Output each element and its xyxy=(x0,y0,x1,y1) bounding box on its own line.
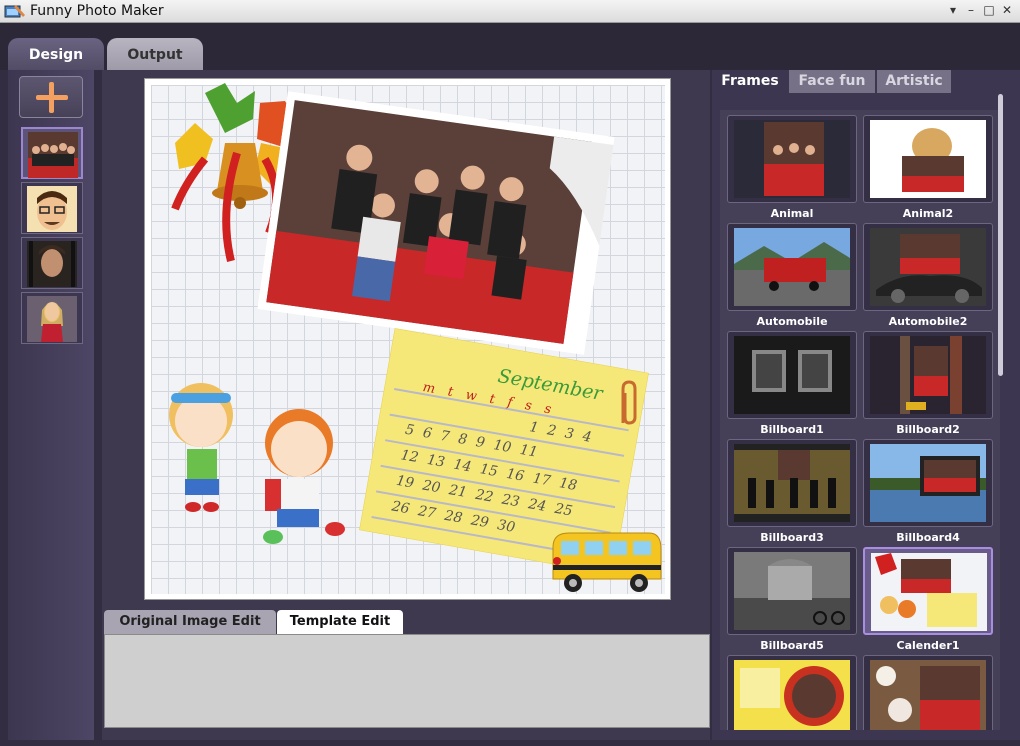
preview-canvas[interactable]: September m t w t f s s 1 2 3 4 5 6 7 8 … xyxy=(144,78,671,600)
design-area: September m t w t f s s 1 2 3 4 5 6 7 8 … xyxy=(102,70,710,740)
frame-preview-image xyxy=(871,553,987,631)
frame-label: Billboard2 xyxy=(896,423,960,436)
frame-tile[interactable] xyxy=(863,655,993,730)
photo-thumbnail[interactable] xyxy=(21,237,83,289)
tab-design[interactable]: Design xyxy=(8,38,104,70)
frame-preview-image xyxy=(734,660,850,730)
frame-tile-billboard1[interactable] xyxy=(727,331,857,419)
paper-clip-icon xyxy=(621,380,637,425)
frames-gallery: Animal Animal2 Automobile Automobile2 Bi… xyxy=(720,110,1000,730)
close-button[interactable]: ✕ xyxy=(1000,2,1014,18)
frame-tile-automobile2[interactable] xyxy=(863,223,993,311)
group-photo xyxy=(257,91,615,355)
group-photo-image xyxy=(28,132,78,178)
frame-preview-image xyxy=(870,120,986,198)
tab-output[interactable]: Output xyxy=(107,38,203,70)
frame-tile-billboard3[interactable] xyxy=(727,439,857,527)
frame-preview-image xyxy=(870,660,986,730)
frame-tile-billboard4[interactable] xyxy=(863,439,993,527)
minimize-button[interactable]: – xyxy=(964,2,978,18)
frame-preview-image xyxy=(734,336,850,414)
photo-sidebar xyxy=(8,70,94,740)
frame-tile-animal[interactable] xyxy=(727,115,857,203)
photo-thumbnail[interactable] xyxy=(21,127,83,179)
frame-label: Billboard4 xyxy=(896,531,960,544)
photo-thumbnail[interactable] xyxy=(21,182,83,234)
app-logo-icon xyxy=(4,5,25,18)
frame-preview-image xyxy=(734,228,850,306)
tab-face-fun[interactable]: Face fun xyxy=(789,70,875,93)
main-tab-bar: Design Output xyxy=(0,23,1020,70)
frame-label: Billboard5 xyxy=(760,639,824,652)
frame-label: Automobile2 xyxy=(888,315,968,328)
frame-tile-animal2[interactable] xyxy=(863,115,993,203)
frame-label: Billboard1 xyxy=(760,423,824,436)
frame-tile[interactable] xyxy=(727,655,857,730)
template-panel: Frames Face fun Artistic Animal Animal2 … xyxy=(712,70,1020,740)
woman-portrait-image xyxy=(27,296,77,342)
edit-panel xyxy=(104,634,710,728)
frame-preview-image xyxy=(734,444,850,522)
frame-tile-automobile[interactable] xyxy=(727,223,857,311)
frame-tile-calender1[interactable] xyxy=(863,547,993,635)
frame-label: Calender1 xyxy=(896,639,960,652)
gallery-scrollbar[interactable] xyxy=(998,94,1003,376)
frame-label: Animal xyxy=(770,207,814,220)
tab-artistic[interactable]: Artistic xyxy=(877,70,951,93)
tab-template-edit[interactable]: Template Edit xyxy=(277,610,403,634)
kids-cartoon xyxy=(169,383,345,544)
photo-thumbnail[interactable] xyxy=(21,292,83,344)
frame-label: Automobile xyxy=(756,315,828,328)
school-bus-icon xyxy=(552,532,662,592)
frame-tile-billboard2[interactable] xyxy=(863,331,993,419)
tab-original-image-edit[interactable]: Original Image Edit xyxy=(104,610,276,634)
frame-label: Billboard3 xyxy=(760,531,824,544)
frame-preview-image xyxy=(870,444,986,522)
frame-preview-image xyxy=(734,120,850,198)
frame-preview-image xyxy=(734,552,850,630)
frame-preview-image xyxy=(870,336,986,414)
tab-frames[interactable]: Frames xyxy=(716,70,784,93)
app-window: Funny Photo Maker ▾ – □ ✕ Design Output xyxy=(0,0,1020,746)
title-bar: Funny Photo Maker ▾ – □ ✕ xyxy=(0,0,1020,23)
film-portrait-image xyxy=(27,241,77,287)
add-photo-button[interactable] xyxy=(19,76,83,118)
maximize-button[interactable]: □ xyxy=(982,2,996,18)
frame-tile-billboard5[interactable] xyxy=(727,547,857,635)
cartoon-face-image xyxy=(27,186,77,232)
window-title: Funny Photo Maker xyxy=(30,3,164,19)
frame-label: Animal2 xyxy=(902,207,954,220)
menu-arrow-icon[interactable]: ▾ xyxy=(946,2,960,18)
frame-preview-image xyxy=(870,228,986,306)
